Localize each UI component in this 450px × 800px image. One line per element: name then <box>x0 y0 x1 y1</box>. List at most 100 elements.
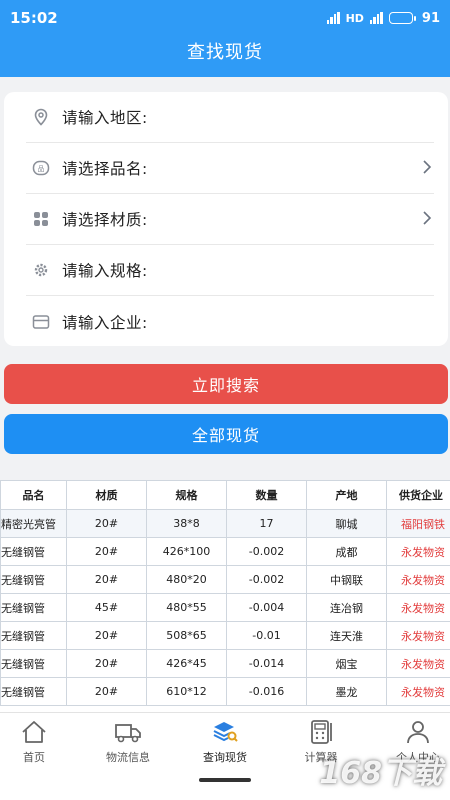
battery-level: 91 <box>421 10 440 26</box>
region-label: 请输入地区: <box>62 109 148 127</box>
product-icon: 品 <box>30 157 52 179</box>
tab-logistics-label: 物流信息 <box>106 751 150 764</box>
status-icons: HD 91 <box>326 10 440 26</box>
table-row[interactable]: 无缝钢管 20# 426*100 -0.002 成都 永发物资 <box>0 537 450 566</box>
material-select[interactable]: 请选择材质: <box>26 194 434 245</box>
table-row[interactable]: 无缝钢管 20# 426*45 -0.014 烟宝 永发物资 <box>0 649 450 678</box>
gear-icon <box>30 259 52 281</box>
truck-icon <box>115 724 141 743</box>
cell-name: 无缝钢管 <box>0 565 67 594</box>
header-name: 品名 <box>0 480 67 510</box>
cell-quantity: -0.01 <box>226 621 307 650</box>
cell-supplier: 永发物资 <box>386 649 450 678</box>
cell-origin: 连天淮 <box>306 621 387 650</box>
battery-icon <box>388 12 416 24</box>
cell-spec: 426*100 <box>146 537 227 566</box>
page-title: 查找现货 <box>187 42 263 63</box>
home-indicator <box>199 778 251 782</box>
cell-origin: 墨龙 <box>306 677 387 706</box>
cell-name: 无缝钢管 <box>0 537 67 566</box>
watermark: 168下载 <box>319 756 442 791</box>
stock-table: 品名 材质 规格 数量 产地 供货企业 精密光亮管 20# 38*8 17 聊城… <box>0 480 450 712</box>
cell-spec: 426*45 <box>146 649 227 678</box>
cell-quantity: -0.002 <box>226 537 307 566</box>
product-label: 请选择品名: <box>62 160 148 178</box>
tab-query-label: 查询现货 <box>203 751 247 764</box>
cell-material: 20# <box>66 537 147 566</box>
hd-icon: HD <box>345 11 364 25</box>
cell-supplier: 永发物资 <box>386 621 450 650</box>
chevron-right-icon <box>422 207 432 231</box>
all-stock-button[interactable]: 全部现货 <box>4 414 448 454</box>
tab-home-label: 首页 <box>23 751 45 764</box>
cell-name: 无缝钢管 <box>0 593 67 622</box>
cell-name: 无缝钢管 <box>0 649 67 678</box>
store-icon <box>30 311 52 333</box>
cell-material: 20# <box>66 621 147 650</box>
home-icon <box>22 721 46 743</box>
status-bar: 15:02 HD 91 <box>0 0 450 36</box>
status-time: 15:02 <box>10 9 58 27</box>
table-row[interactable]: 无缝钢管 20# 480*20 -0.002 中钢联 永发物资 <box>0 565 450 594</box>
cell-quantity: -0.014 <box>226 649 307 678</box>
cell-name: 无缝钢管 <box>0 621 67 650</box>
table-row[interactable]: 无缝钢管 20# 610*12 -0.016 墨龙 永发物资 <box>0 677 450 706</box>
spec-label: 请输入规格: <box>62 262 148 280</box>
cell-quantity: -0.002 <box>226 565 307 594</box>
search-form: 请输入地区: 品 请选择品名: 请选择材质: 请输入规格: 请输入企业: <box>4 92 448 346</box>
header-quantity: 数量 <box>226 480 307 510</box>
company-label: 请输入企业: <box>62 313 148 332</box>
cell-spec: 480*55 <box>146 593 227 622</box>
cell-material: 20# <box>66 565 147 594</box>
cell-supplier: 永发物资 <box>386 677 450 706</box>
table-row[interactable]: 无缝钢管 20# 508*65 -0.01 连天淮 永发物资 <box>0 621 450 650</box>
search-button[interactable]: 立即搜索 <box>4 364 448 404</box>
cell-material: 20# <box>66 509 147 538</box>
person-icon <box>407 721 429 744</box>
cell-origin: 中钢联 <box>306 565 387 594</box>
cell-origin: 烟宝 <box>306 649 387 678</box>
header-material: 材质 <box>66 480 147 510</box>
cell-origin: 成都 <box>306 537 387 566</box>
cell-spec: 610*12 <box>146 677 227 706</box>
header-spec: 规格 <box>146 480 227 510</box>
cell-origin: 连冶钢 <box>306 593 387 622</box>
svg-text:品: 品 <box>38 165 45 173</box>
tab-home[interactable]: 首页 <box>0 719 74 779</box>
grid-icon <box>30 208 52 230</box>
table-row[interactable]: 精密光亮管 20# 38*8 17 聊城 福阳钢铁 <box>0 509 450 538</box>
stack-search-icon <box>213 722 238 742</box>
cell-name: 无缝钢管 <box>0 677 67 706</box>
tab-logistics[interactable]: 物流信息 <box>88 719 168 779</box>
chevron-right-icon <box>422 156 432 180</box>
material-label: 请选择材质: <box>62 211 148 229</box>
cell-spec: 38*8 <box>146 509 227 538</box>
cell-quantity: -0.004 <box>226 593 307 622</box>
header-supplier: 供货企业 <box>386 480 450 510</box>
header-origin: 产地 <box>306 480 387 510</box>
region-field[interactable]: 请输入地区: <box>26 92 434 143</box>
location-pin-icon <box>30 106 52 128</box>
cell-quantity: 17 <box>226 509 307 538</box>
signal-icon-2 <box>369 12 383 24</box>
cell-name: 精密光亮管 <box>0 509 67 538</box>
cell-material: 45# <box>66 593 147 622</box>
cell-supplier: 永发物资 <box>386 593 450 622</box>
company-field[interactable]: 请输入企业: <box>26 296 434 347</box>
spec-field[interactable]: 请输入规格: <box>26 245 434 296</box>
cell-material: 20# <box>66 677 147 706</box>
cell-quantity: -0.016 <box>226 677 307 706</box>
product-select[interactable]: 品 请选择品名: <box>26 143 434 194</box>
cell-spec: 508*65 <box>146 621 227 650</box>
cell-origin: 聊城 <box>306 509 387 538</box>
cell-spec: 480*20 <box>146 565 227 594</box>
cell-material: 20# <box>66 649 147 678</box>
cell-supplier: 福阳钢铁 <box>386 509 450 538</box>
tab-query[interactable]: 查询现货 <box>185 719 265 779</box>
calculator-icon <box>311 720 332 744</box>
table-header-row: 品名 材质 规格 数量 产地 供货企业 <box>0 480 450 510</box>
cell-supplier: 永发物资 <box>386 537 450 566</box>
table-row[interactable]: 无缝钢管 45# 480*55 -0.004 连冶钢 永发物资 <box>0 593 450 622</box>
app-header: 15:02 HD 91 查找现货 <box>0 0 450 77</box>
signal-icon <box>326 12 340 24</box>
